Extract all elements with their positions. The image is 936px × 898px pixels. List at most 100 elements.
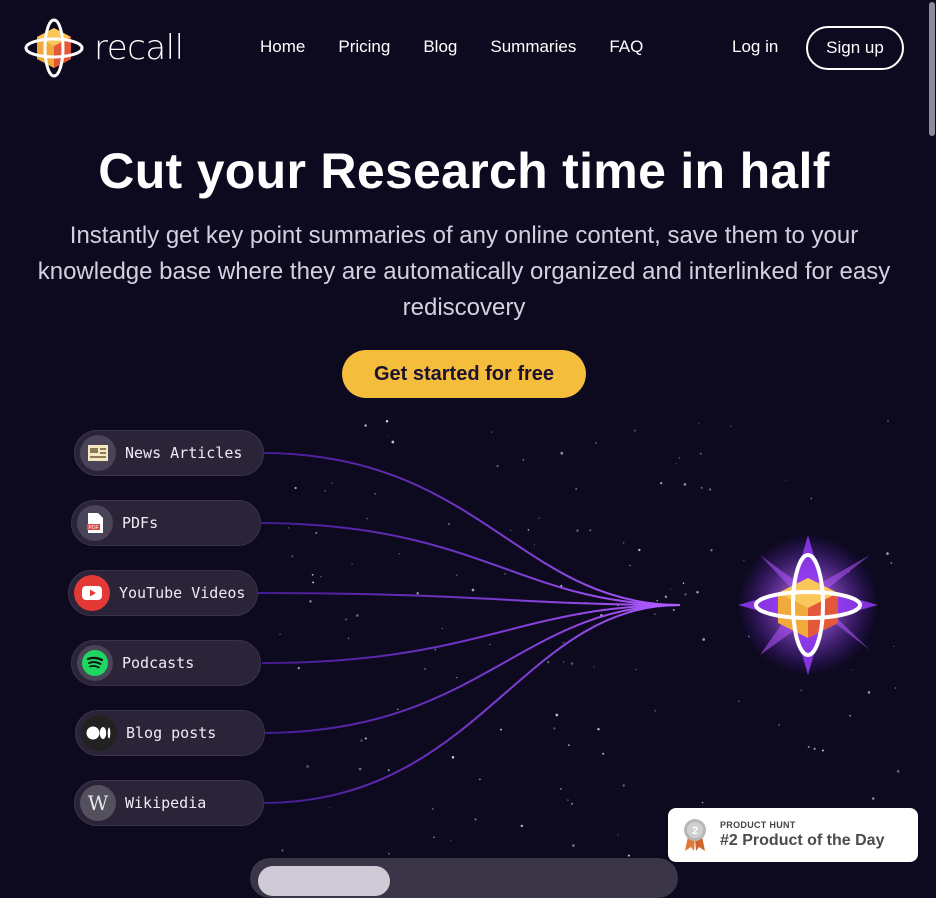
star — [810, 497, 813, 500]
flow-line-wikipedia — [261, 604, 681, 804]
star — [396, 708, 399, 711]
source-label: Podcasts — [122, 654, 195, 672]
star — [563, 661, 565, 663]
star — [527, 529, 530, 531]
source-news-articles[interactable]: News Articles — [74, 430, 264, 476]
source-label: YouTube Videos — [119, 584, 246, 602]
source-podcasts[interactable]: Podcasts — [71, 640, 261, 686]
medium-icon — [81, 715, 117, 751]
star — [491, 431, 493, 433]
star — [489, 644, 491, 646]
star — [629, 564, 631, 567]
source-label: Blog posts — [126, 724, 217, 742]
star — [622, 541, 625, 544]
star — [450, 840, 452, 842]
star — [813, 747, 816, 750]
nav-blog[interactable]: Blog — [423, 37, 457, 57]
star — [331, 482, 333, 484]
medal-icon: 2 — [682, 818, 708, 852]
star — [534, 544, 535, 546]
star — [291, 555, 294, 558]
star — [568, 744, 570, 746]
star — [709, 488, 712, 491]
star — [309, 600, 312, 603]
star — [593, 666, 595, 668]
source-wikipedia[interactable]: W Wikipedia — [74, 780, 264, 826]
logo[interactable]: recall — [24, 18, 184, 78]
nav-home[interactable]: Home — [260, 37, 305, 57]
scrollbar-thumb[interactable] — [929, 2, 935, 136]
nav-faq[interactable]: FAQ — [609, 37, 643, 57]
source-youtube-videos[interactable]: YouTube Videos — [68, 570, 258, 616]
star — [638, 548, 641, 552]
star — [627, 854, 630, 857]
flow-line-news — [261, 452, 681, 606]
star — [387, 769, 390, 772]
star — [570, 802, 574, 805]
star — [474, 818, 477, 821]
star — [560, 451, 564, 455]
star — [597, 727, 600, 731]
star — [669, 588, 672, 590]
star — [287, 527, 290, 529]
flow-line-blog — [261, 604, 681, 734]
badge-kicker: PRODUCT HUNT — [720, 820, 796, 830]
source-label: News Articles — [125, 444, 243, 462]
star — [572, 844, 575, 847]
nav-pricing[interactable]: Pricing — [338, 37, 390, 57]
star — [456, 676, 458, 679]
star — [567, 799, 569, 801]
star — [635, 668, 637, 671]
source-pdfs[interactable]: PDF PDFs — [71, 500, 261, 546]
svg-text:PDF: PDF — [89, 525, 99, 531]
star — [821, 749, 824, 752]
star — [867, 691, 871, 694]
star — [297, 666, 300, 670]
star — [894, 687, 897, 689]
star — [312, 581, 315, 584]
flow-line-youtube — [255, 592, 681, 606]
product-hunt-badge[interactable]: 2 PRODUCT HUNT #2 Product of the Day — [668, 808, 918, 862]
star — [441, 628, 443, 630]
star — [778, 724, 780, 726]
star — [324, 490, 326, 492]
star — [385, 420, 389, 423]
star — [279, 633, 282, 636]
star — [702, 638, 706, 641]
recall-logo-icon — [24, 18, 84, 78]
flow-lines — [255, 452, 770, 804]
star — [696, 591, 699, 594]
star — [595, 442, 597, 444]
star — [622, 784, 625, 787]
pdf-icon: PDF — [77, 505, 113, 541]
preview-tab-active[interactable] — [258, 866, 390, 896]
star — [347, 637, 350, 640]
star — [553, 727, 556, 730]
newspaper-icon — [80, 435, 116, 471]
star — [496, 464, 499, 468]
star — [785, 479, 787, 481]
star — [893, 645, 895, 647]
nav-summaries[interactable]: Summaries — [490, 37, 576, 57]
star — [434, 648, 437, 651]
login-link[interactable]: Log in — [732, 37, 778, 57]
star — [589, 529, 592, 532]
source-blog-posts[interactable]: Blog posts — [75, 710, 265, 756]
signup-button[interactable]: Sign up — [806, 26, 904, 70]
hero-subtitle: Instantly get key point summaries of any… — [37, 222, 891, 321]
star — [374, 492, 376, 495]
get-started-button[interactable]: Get started for free — [342, 350, 586, 398]
star — [294, 486, 297, 490]
recall-core-graphic — [738, 535, 878, 675]
star — [634, 429, 636, 432]
star — [311, 573, 314, 576]
star — [699, 452, 702, 455]
star — [451, 756, 455, 759]
star — [654, 709, 657, 712]
star — [807, 746, 810, 748]
star — [328, 807, 330, 809]
star — [654, 613, 656, 615]
star — [682, 582, 685, 584]
flow-line-podcasts — [261, 604, 681, 664]
star — [504, 573, 506, 575]
